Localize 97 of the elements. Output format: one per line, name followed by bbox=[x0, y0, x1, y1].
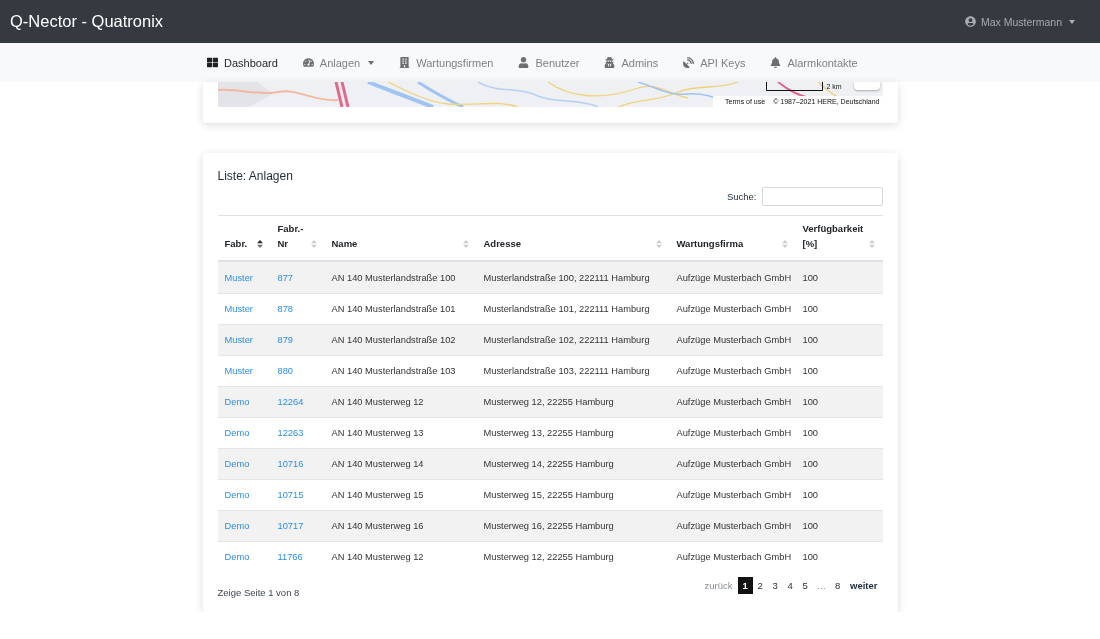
table-cell-text: Musterweg 15, 22255 Hamburg bbox=[482, 489, 615, 501]
manufacturer-link[interactable]: Demo bbox=[224, 521, 250, 531]
table-cell-text: 100 bbox=[801, 427, 819, 439]
scale-bar-icon bbox=[765, 82, 823, 91]
table-cell-text: Musterweg 13, 22255 Hamburg bbox=[482, 427, 615, 439]
manufacturer-link[interactable]: Muster bbox=[224, 335, 253, 345]
manufacturer-link[interactable]: Demo bbox=[224, 490, 250, 500]
table-cell-text: AN 140 Musterweg 16 bbox=[330, 520, 425, 532]
table-cell-text: 100 bbox=[801, 458, 819, 470]
page-link[interactable]: 4 bbox=[782, 577, 798, 594]
table-cell-text: AN 140 Musterlandstraße 102 bbox=[330, 334, 457, 346]
table-cell-text: AN 140 Musterlandstraße 101 bbox=[330, 303, 457, 315]
table-cell-text: Aufzüge Musterbach GmbH bbox=[675, 396, 793, 408]
table-cell-text: AN 140 Musterweg 12 bbox=[330, 551, 425, 563]
number-link[interactable]: 877 bbox=[277, 272, 293, 283]
column-header[interactable]: Verfügbarkeit [%] bbox=[795, 216, 883, 260]
table-cell-text: AN 140 Musterweg 14 bbox=[330, 458, 425, 470]
table-cell-text: Musterweg 12, 22255 Hamburg bbox=[482, 551, 615, 563]
table-cell-text: Aufzüge Musterbach GmbH bbox=[675, 520, 793, 532]
table-cell-text: 100 bbox=[801, 334, 819, 346]
page-info: Zeige Seite 1 von 8 bbox=[217, 587, 300, 598]
table-cell-text: Musterlandstraße 102, 222111 Hamburg bbox=[482, 334, 651, 346]
user-icon bbox=[518, 57, 530, 68]
column-header[interactable]: Wartungsfirma bbox=[669, 216, 796, 260]
manufacturer-link[interactable]: Demo bbox=[224, 397, 250, 407]
list-title: Liste: Anlagen bbox=[217, 168, 294, 184]
zoom-control[interactable] bbox=[853, 82, 880, 90]
manufacturer-link[interactable]: Demo bbox=[224, 428, 250, 438]
manufacturer-link[interactable]: Demo bbox=[224, 552, 250, 562]
table-cell-text: Musterlandstraße 103, 222111 Hamburg bbox=[482, 365, 651, 377]
table-cell-text: AN 140 Musterweg 12 bbox=[330, 396, 425, 408]
table-cell-text: Aufzüge Musterbach GmbH bbox=[675, 303, 793, 315]
nav-link[interactable]: Dashboard bbox=[207, 56, 278, 69]
table-cell-text: 100 bbox=[801, 303, 819, 315]
nav-link[interactable]: Anlagen bbox=[302, 56, 375, 69]
page-link[interactable]: 3 bbox=[767, 577, 783, 594]
table-cell-text: AN 140 Musterlandstraße 103 bbox=[330, 365, 457, 377]
nav-link[interactable]: Wartungsfirmen bbox=[399, 56, 494, 69]
brand-link[interactable]: Q-Nector - Quatronix bbox=[10, 12, 164, 31]
table-cell-text: Aufzüge Musterbach GmbH bbox=[675, 271, 793, 284]
satellite-dish-icon bbox=[683, 57, 695, 68]
number-link[interactable]: 878 bbox=[277, 304, 293, 314]
table-cell-text: 100 bbox=[801, 489, 819, 501]
column-header[interactable]: Fabr.-Nr bbox=[270, 216, 325, 260]
number-link[interactable]: 12264 bbox=[277, 397, 304, 407]
bell-icon bbox=[770, 57, 782, 68]
number-link[interactable]: 10717 bbox=[277, 521, 304, 531]
user-menu[interactable]: Max Mustermann bbox=[964, 15, 1075, 28]
table-cell-text: Aufzüge Musterbach GmbH bbox=[675, 334, 793, 346]
table-cell-text: AN 140 Musterweg 15 bbox=[330, 489, 425, 501]
number-link[interactable]: 12263 bbox=[277, 428, 304, 438]
table-cell-text: Musterlandstraße 101, 222111 Hamburg bbox=[482, 303, 651, 315]
number-link[interactable]: 10715 bbox=[277, 490, 304, 500]
user-avatar-icon bbox=[964, 16, 976, 27]
page-link[interactable]: 1 bbox=[737, 577, 753, 594]
gauge-icon bbox=[302, 57, 314, 68]
manufacturer-link[interactable]: Muster bbox=[224, 272, 253, 283]
ellipsis-text: … bbox=[815, 580, 828, 591]
column-header[interactable]: Fabr. bbox=[217, 216, 271, 260]
table-cell-text: AN 140 Musterweg 13 bbox=[330, 427, 425, 439]
table-cell-text: Aufzüge Musterbach GmbH bbox=[675, 489, 793, 501]
nav-link[interactable]: API Keys bbox=[683, 56, 746, 69]
table-cell-text: Musterweg 14, 22255 Hamburg bbox=[482, 458, 615, 470]
nav-link[interactable]: Admins bbox=[604, 56, 659, 69]
table-cell-text: 100 bbox=[801, 396, 819, 408]
column-header[interactable]: Adresse bbox=[476, 216, 670, 260]
search-label: Suche: bbox=[726, 191, 757, 202]
grid-icon bbox=[207, 57, 218, 68]
table-cell-text: 100 bbox=[801, 365, 819, 377]
search-field[interactable] bbox=[761, 187, 883, 206]
table-cell-text: Aufzüge Musterbach GmbH bbox=[675, 427, 793, 439]
nav-link[interactable]: Benutzer bbox=[518, 56, 580, 69]
manufacturer-link[interactable]: Demo bbox=[224, 459, 250, 469]
page-link[interactable]: 2 bbox=[752, 577, 768, 594]
column-header[interactable]: Name bbox=[324, 216, 477, 260]
number-link[interactable]: 880 bbox=[277, 366, 293, 376]
table-cell-text: Musterweg 16, 22255 Hamburg bbox=[482, 520, 615, 532]
manufacturer-link[interactable]: Muster bbox=[224, 366, 253, 376]
page-link[interactable]: 8 bbox=[830, 577, 846, 594]
table-cell-text: Aufzüge Musterbach GmbH bbox=[675, 458, 793, 470]
number-link[interactable]: 11766 bbox=[277, 552, 303, 562]
page-link[interactable]: 5 bbox=[797, 577, 813, 594]
manufacturer-link[interactable]: Muster bbox=[224, 304, 253, 314]
table-cell-text: Aufzüge Musterbach GmbH bbox=[675, 365, 793, 377]
nav-link[interactable]: Alarmkontakte bbox=[770, 56, 858, 69]
number-link[interactable]: 879 bbox=[277, 335, 293, 345]
table-cell-text: 100 bbox=[801, 551, 819, 563]
number-link[interactable]: 10716 bbox=[277, 459, 304, 469]
building-icon bbox=[399, 57, 411, 68]
table-cell-text: 100 bbox=[801, 520, 819, 532]
next-page-link[interactable]: weiter bbox=[845, 577, 883, 594]
table-cell-text: 100 bbox=[801, 271, 819, 284]
table-cell-text: Musterweg 12, 22255 Hamburg bbox=[482, 396, 615, 408]
table-cell-text: AN 140 Musterlandstraße 100 bbox=[330, 271, 457, 284]
table-cell-text: Aufzüge Musterbach GmbH bbox=[675, 551, 793, 563]
table-cell-text: Musterlandstraße 100, 222111 Hamburg bbox=[482, 271, 651, 284]
spy-icon bbox=[604, 57, 616, 68]
